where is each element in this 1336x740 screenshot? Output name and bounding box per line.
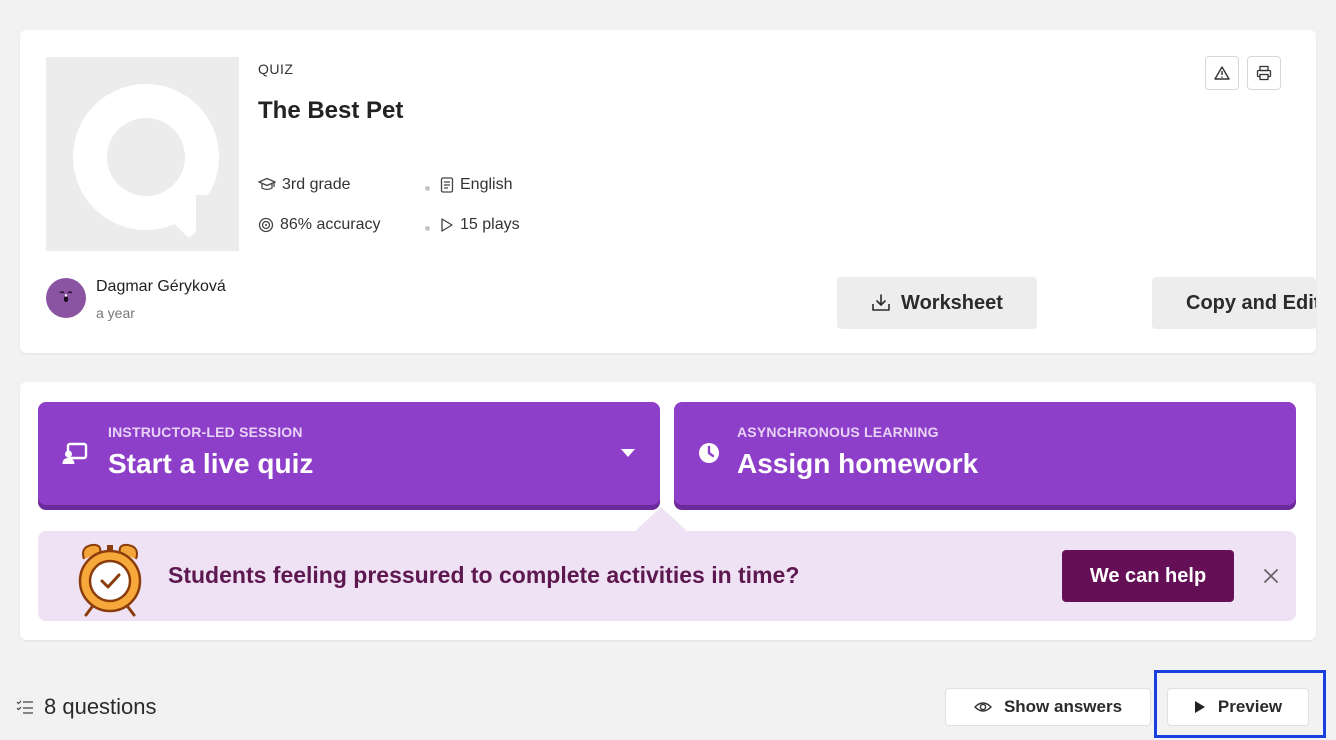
assign-homework-button[interactable]: ASYNCHRONOUS LEARNING Assign homework xyxy=(674,402,1296,505)
language-text: English xyxy=(460,176,513,193)
quiz-info-card: QUIZ The Best Pet 3rd grade English 86% … xyxy=(20,30,1316,353)
content-type-label: QUIZ xyxy=(258,61,294,77)
live-label: Start a live quiz xyxy=(108,448,314,479)
worksheet-label: Worksheet xyxy=(901,291,1003,314)
quizizz-logo-icon xyxy=(73,84,232,238)
close-icon xyxy=(1264,569,1278,583)
warning-icon xyxy=(1214,66,1230,80)
meta-separator xyxy=(425,226,430,231)
author-timestamp: a year xyxy=(96,305,135,321)
accuracy-text: 86% accuracy xyxy=(280,216,381,233)
homework-subtitle: ASYNCHRONOUS LEARNING xyxy=(737,424,939,440)
checklist-icon xyxy=(16,700,33,714)
show-answers-button[interactable]: Show answers xyxy=(945,688,1151,726)
accuracy-meta: 86% accuracy xyxy=(258,216,381,234)
promo-banner: Students feeling pressured to complete a… xyxy=(38,507,1296,621)
language-meta: English xyxy=(440,176,512,194)
show-answers-label: Show answers xyxy=(1003,697,1123,716)
live-subtitle: INSTRUCTOR-LED SESSION xyxy=(108,424,303,440)
print-button[interactable] xyxy=(1247,56,1281,90)
grade-text: 3rd grade xyxy=(282,176,351,193)
assign-card: INSTRUCTOR-LED SESSION Start a live quiz… xyxy=(20,382,1316,640)
worksheet-button[interactable]: Worksheet xyxy=(837,277,1037,329)
copy-and-edit-button[interactable]: Copy and Edit xyxy=(1152,277,1316,329)
we-can-help-button[interactable]: We can help xyxy=(1062,550,1234,602)
questions-count-text: 8 questions xyxy=(44,694,157,719)
quiz-thumbnail xyxy=(46,57,239,251)
questions-count: 8 questions xyxy=(16,694,157,720)
printer-icon xyxy=(1256,65,1272,81)
author-name[interactable]: Dagmar Géryková xyxy=(96,278,226,296)
target-icon xyxy=(258,217,274,233)
avatar[interactable] xyxy=(46,278,86,318)
grade-meta: 3rd grade xyxy=(258,176,351,194)
homework-label: Assign homework xyxy=(737,448,979,479)
avatar-face-icon xyxy=(59,291,73,302)
promo-text: Students feeling pressured to complete a… xyxy=(168,562,800,588)
play-outline-icon xyxy=(441,218,453,232)
meta-separator xyxy=(425,186,430,191)
preview-highlight-box xyxy=(1154,670,1326,738)
chevron-down-icon[interactable] xyxy=(620,448,636,458)
graduation-cap-icon xyxy=(258,177,276,191)
report-button[interactable] xyxy=(1205,56,1239,90)
clock-icon xyxy=(699,443,719,463)
promo-notch xyxy=(635,507,687,531)
close-promo-button[interactable] xyxy=(1256,561,1286,591)
alarm-clock-icon xyxy=(78,543,142,617)
download-icon xyxy=(872,294,890,311)
page-title: The Best Pet xyxy=(258,97,404,124)
plays-text: 15 plays xyxy=(460,216,520,233)
eye-icon xyxy=(973,702,992,712)
start-live-quiz-button[interactable]: INSTRUCTOR-LED SESSION Start a live quiz xyxy=(38,402,660,505)
book-icon xyxy=(440,177,454,193)
presentation-icon xyxy=(62,442,88,464)
plays-meta: 15 plays xyxy=(440,216,520,234)
copy-and-edit-label: Copy and Edit xyxy=(1186,291,1316,314)
